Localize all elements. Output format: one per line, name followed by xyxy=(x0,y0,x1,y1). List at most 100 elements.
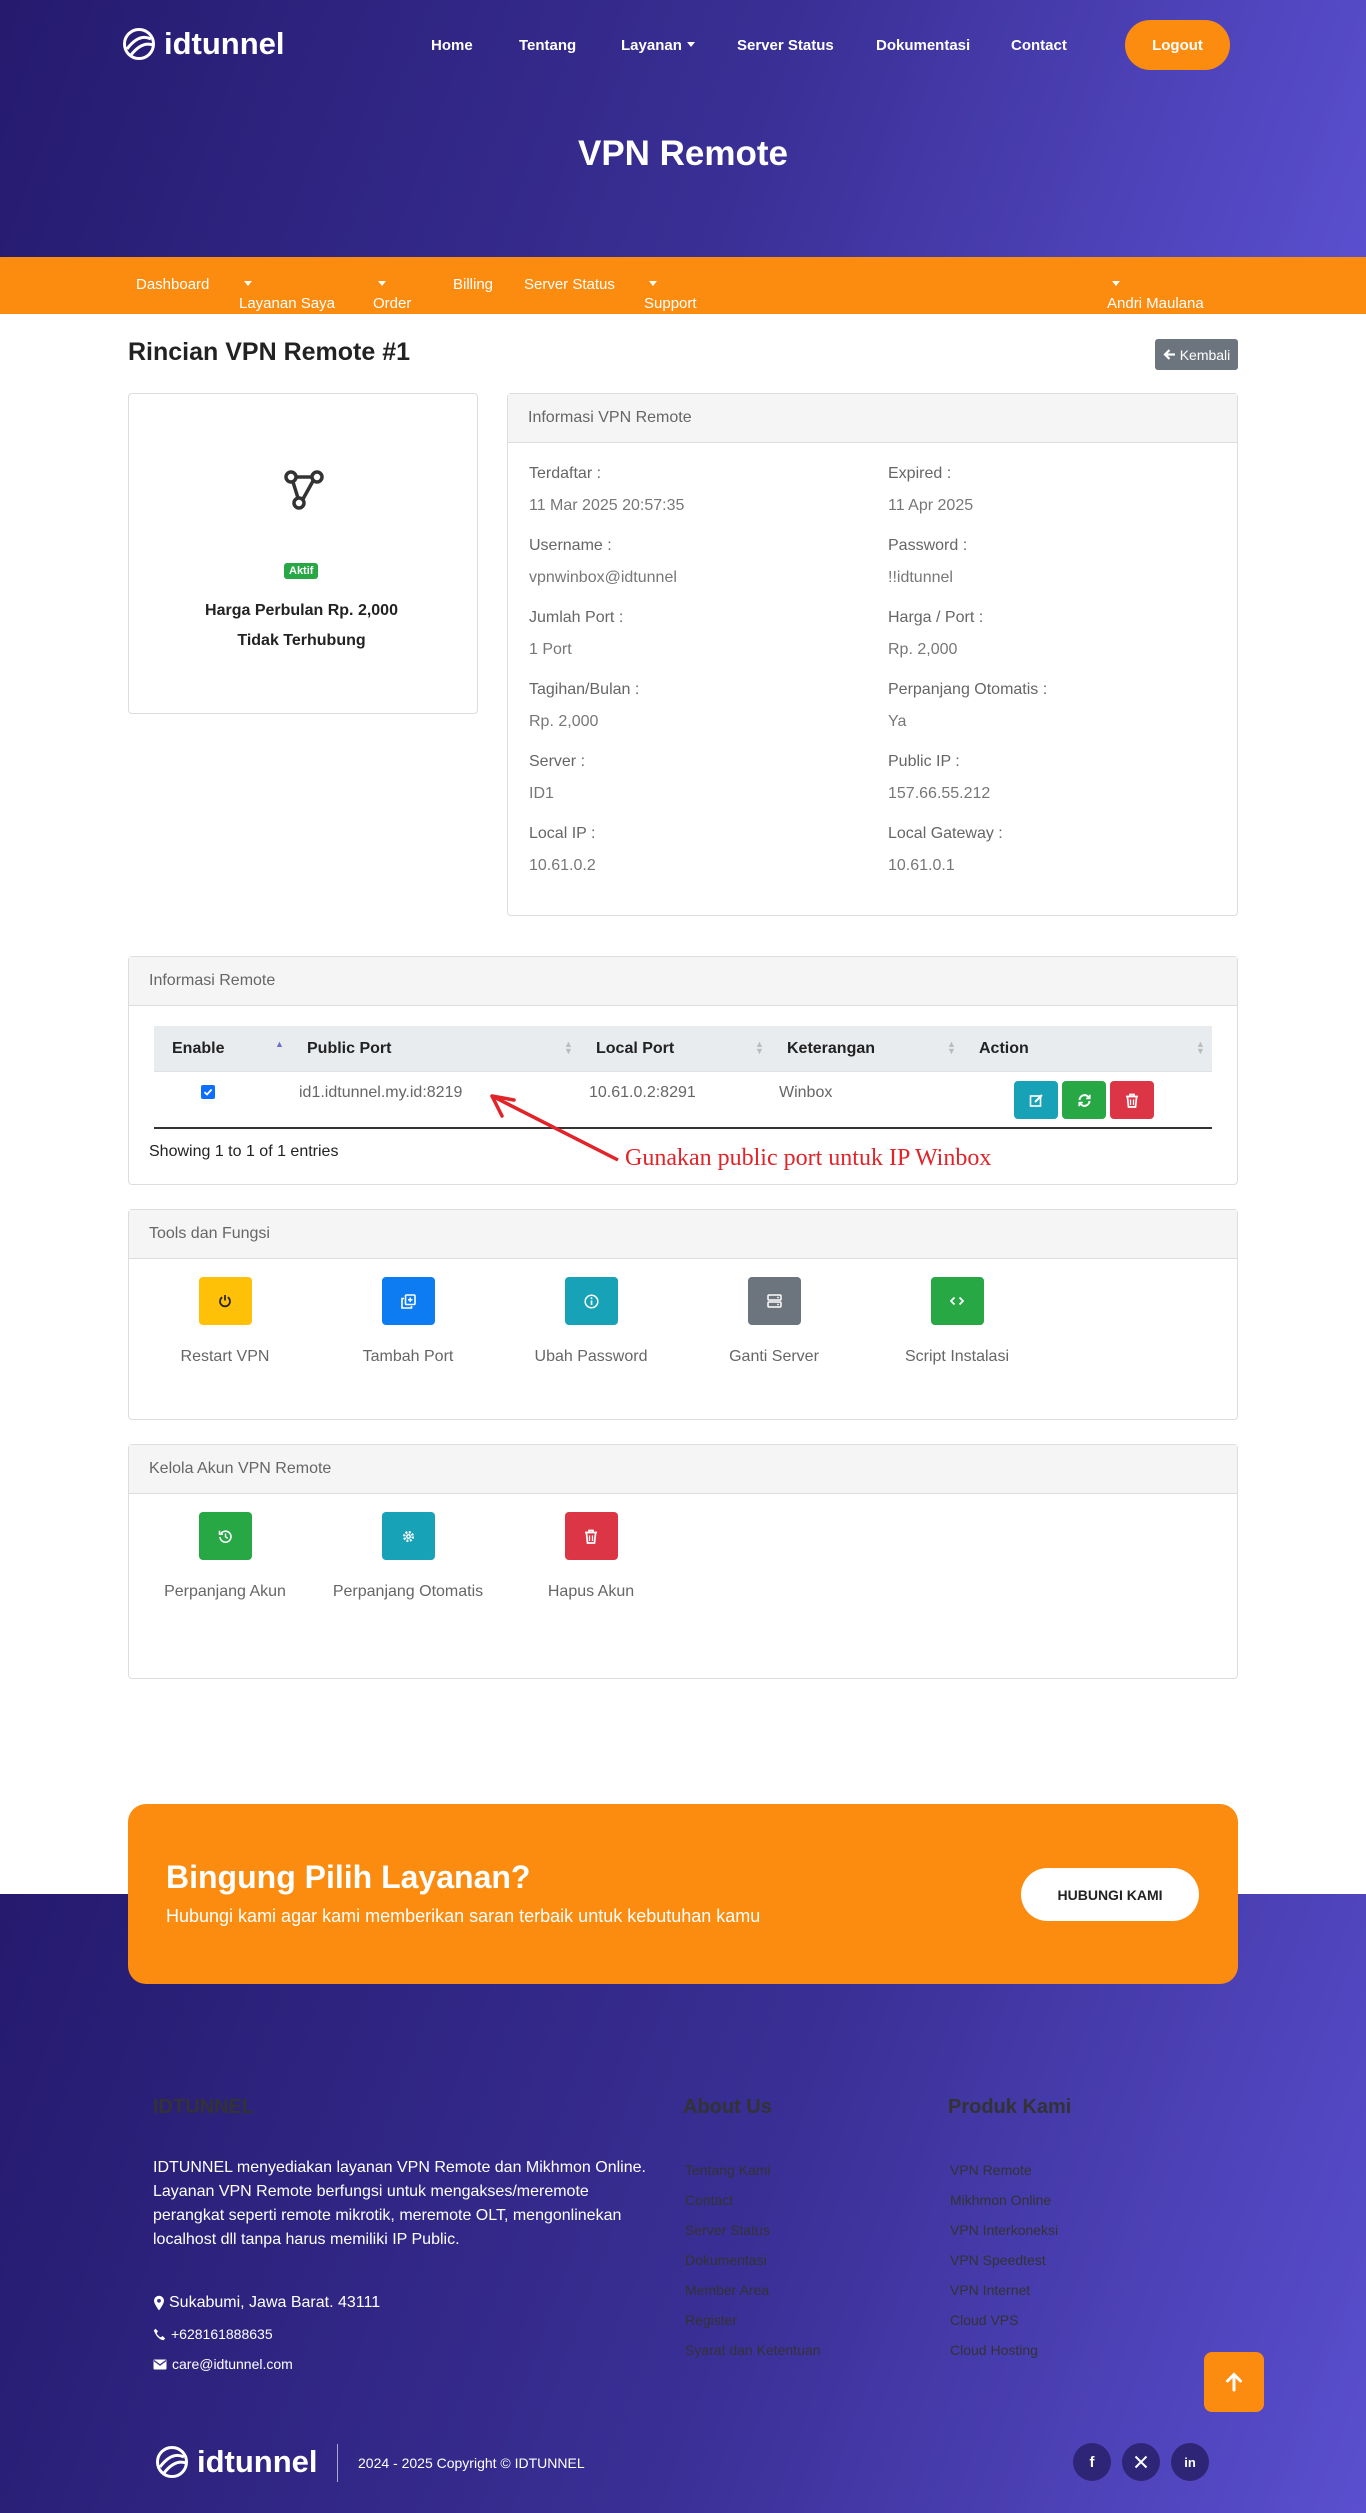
renew-account-button[interactable] xyxy=(198,1512,252,1560)
scroll-top-button[interactable] xyxy=(1204,2352,1264,2412)
facebook-icon[interactable]: f xyxy=(1073,2443,1111,2481)
change-password-tool[interactable]: Ubah Password xyxy=(511,1277,671,1369)
x-twitter-icon[interactable] xyxy=(1122,2443,1160,2481)
add-port-button[interactable] xyxy=(381,1277,435,1325)
renew-account-label: Perpanjang Akun xyxy=(164,1583,286,1600)
gear-icon xyxy=(402,1530,414,1542)
footer-link[interactable]: VPN Speedtest xyxy=(950,2252,1046,2268)
footer-link[interactable]: Member Area xyxy=(685,2282,769,2298)
subnav-my-services[interactable]: Layanan Saya xyxy=(239,276,335,312)
server-icon xyxy=(766,1294,782,1308)
field-value: 11 Apr 2025 xyxy=(888,497,974,514)
nav-contact[interactable]: Contact xyxy=(1011,37,1067,54)
delete-account-button[interactable] xyxy=(564,1512,618,1560)
footer-link[interactable]: Cloud Hosting xyxy=(950,2342,1038,2358)
footer-link[interactable]: Syarat dan Ketentuan xyxy=(685,2342,820,2358)
footer-link[interactable]: VPN Internet xyxy=(950,2282,1030,2298)
enable-checkbox[interactable] xyxy=(201,1085,215,1099)
table-header: Enable Public Port Local Port Keterangan… xyxy=(154,1026,1212,1072)
footer-link[interactable]: Contact xyxy=(685,2192,733,2208)
col-local-port[interactable]: Local Port xyxy=(596,1040,674,1058)
footer-divider xyxy=(337,2444,338,2482)
annotation-arrow-icon xyxy=(490,1094,619,1162)
footer-about-us-title: About Us xyxy=(683,2096,772,2118)
nav-docs[interactable]: Dokumentasi xyxy=(876,37,970,54)
subnav-server-status[interactable]: Server Status xyxy=(524,276,615,293)
email-text[interactable]: care@idtunnel.com xyxy=(172,2356,293,2372)
back-button[interactable]: Kembali xyxy=(1155,339,1238,370)
col-public-port[interactable]: Public Port xyxy=(307,1040,391,1058)
footer-phone: +628161888635 xyxy=(153,2326,273,2342)
footer-link[interactable]: Dokumentasi xyxy=(685,2252,767,2268)
delete-account-tool[interactable]: Hapus Akun xyxy=(511,1512,671,1604)
sort-icon: ▲ ▼ xyxy=(1196,1039,1205,1056)
cta-banner: Bingung Pilih Layanan? Hubungi kami agar… xyxy=(128,1804,1238,1984)
renew-icon xyxy=(218,1529,232,1543)
field-label: Jumlah Port : xyxy=(529,609,624,626)
vpn-info-title: Informasi VPN Remote xyxy=(528,409,692,426)
tools-title: Tools dan Fungsi xyxy=(149,1225,270,1242)
linkedin-icon[interactable]: in xyxy=(1171,2443,1209,2481)
col-keterangan[interactable]: Keterangan xyxy=(787,1040,875,1058)
restart-vpn-button[interactable] xyxy=(198,1277,252,1325)
field-value: vpnwinbox@idtunnel xyxy=(529,569,677,586)
footer-link[interactable]: Server Status xyxy=(685,2222,770,2238)
footer-link[interactable]: Cloud VPS xyxy=(950,2312,1018,2328)
address-text: Sukabumi, Jawa Barat. 43111 xyxy=(169,2294,381,2311)
install-script-button[interactable] xyxy=(930,1277,984,1325)
col-action[interactable]: Action xyxy=(979,1040,1029,1058)
subnav-order[interactable]: Order xyxy=(373,276,411,312)
contact-us-button[interactable]: HUBUNGI KAMI xyxy=(1021,1868,1199,1921)
nav-server-status[interactable]: Server Status xyxy=(737,37,834,54)
footer-link[interactable]: Tentang Kami xyxy=(685,2162,771,2178)
auto-renew-button[interactable] xyxy=(381,1512,435,1560)
restart-vpn-tool[interactable]: Restart VPN xyxy=(145,1277,305,1369)
subnav-billing[interactable]: Billing xyxy=(453,276,493,293)
install-script-tool[interactable]: Script Instalasi xyxy=(877,1277,1037,1369)
renew-account-tool[interactable]: Perpanjang Akun xyxy=(145,1512,305,1604)
sync-icon xyxy=(1077,1093,1091,1107)
nav-services[interactable]: Layanan xyxy=(621,37,695,54)
delete-port-button[interactable] xyxy=(1110,1081,1154,1119)
nav-home[interactable]: Home xyxy=(431,37,473,54)
change-server-tool[interactable]: Ganti Server xyxy=(694,1277,854,1369)
user-menu[interactable]: Andri Maulana xyxy=(1107,276,1204,312)
price-text: Harga Perbulan Rp. 2,000 xyxy=(205,602,398,619)
col-enable[interactable]: Enable xyxy=(172,1040,224,1058)
footer-link[interactable]: Register xyxy=(685,2312,737,2328)
vpn-info-card: Informasi VPN Remote xyxy=(507,393,1238,916)
edit-button[interactable] xyxy=(1014,1081,1058,1119)
footer-link[interactable]: Mikhmon Online xyxy=(950,2192,1051,2208)
subnav-support[interactable]: Support xyxy=(644,276,697,312)
remote-info-header: Informasi Remote xyxy=(129,957,1237,1006)
logout-button[interactable]: Logout xyxy=(1125,20,1230,70)
footer-logo[interactable]: idtunnel xyxy=(155,2444,318,2480)
refresh-button[interactable] xyxy=(1062,1081,1106,1119)
footer-link[interactable]: VPN Remote xyxy=(950,2162,1032,2178)
globe-icon xyxy=(123,28,155,60)
brand-logo[interactable]: idtunnel xyxy=(122,26,285,62)
change-password-label: Ubah Password xyxy=(534,1348,648,1365)
change-server-button[interactable] xyxy=(747,1277,801,1325)
change-password-button[interactable] xyxy=(564,1277,618,1325)
subnav-order-label: Order xyxy=(373,295,412,312)
footer-link[interactable]: VPN Interkoneksi xyxy=(950,2222,1058,2238)
subnav-dashboard[interactable]: Dashboard xyxy=(136,276,209,293)
change-server-label: Ganti Server xyxy=(729,1348,819,1365)
field-value: Ya xyxy=(888,713,907,730)
x-logo-icon xyxy=(1134,2455,1148,2469)
phone-text[interactable]: +628161888635 xyxy=(171,2326,273,2342)
trash-icon xyxy=(585,1529,597,1544)
sort-icon: ▲ ▼ xyxy=(947,1039,956,1056)
nav-about[interactable]: Tentang xyxy=(519,37,576,54)
field-label: Username : xyxy=(529,537,612,554)
copy-plus-icon xyxy=(400,1293,416,1309)
field-value: 10.61.0.2 xyxy=(529,857,596,874)
field-value: Rp. 2,000 xyxy=(888,641,958,658)
field-value: 10.61.0.1 xyxy=(888,857,955,874)
user-name: Andri Maulana xyxy=(1107,295,1204,312)
auto-renew-tool[interactable]: Perpanjang Otomatis xyxy=(328,1512,488,1604)
field-label: Tagihan/Bulan : xyxy=(529,681,640,698)
add-port-tool[interactable]: Tambah Port xyxy=(328,1277,488,1369)
table-divider xyxy=(154,1127,1212,1129)
